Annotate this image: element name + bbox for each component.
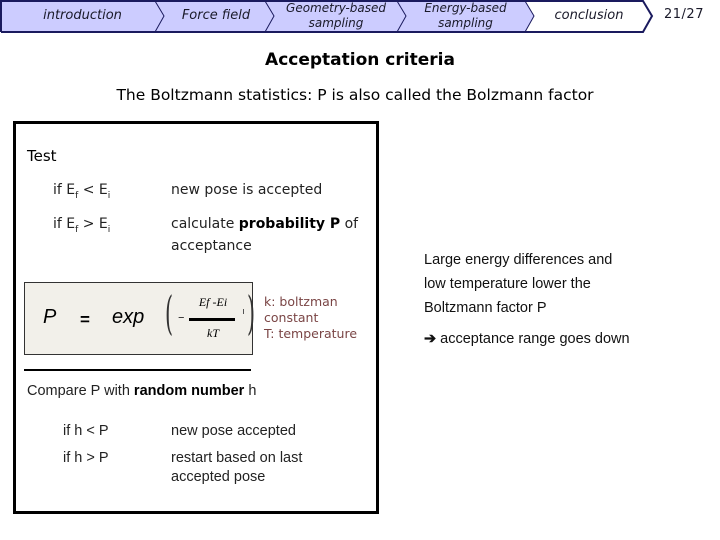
formula-minus: –: [178, 310, 185, 325]
condition-ef-less-ei: if Ef < Ei: [53, 182, 111, 201]
slide-title: Acceptation criteria: [265, 50, 455, 70]
result-restart: restart based on last accepted pose: [171, 450, 303, 485]
result-new-pose-accepted: new pose accepted: [171, 423, 296, 439]
formula-denominator: kT: [207, 326, 219, 340]
formula-lhs: P: [43, 306, 57, 328]
right-arrow-icon: ➔: [424, 331, 437, 347]
formula-equals: =: [80, 310, 90, 329]
energy-note: Large energy differences and low tempera…: [424, 252, 613, 316]
constants-definition: k: boltzman constant T: temperature: [264, 294, 358, 341]
section-nav-bar: introduction Force field Geometry-based s…: [0, 0, 720, 34]
condition-ef-greater-ei: if Ef > Ei: [53, 216, 111, 235]
nav-item-energy-based-sampling[interactable]: Energy-based sampling: [408, 0, 523, 32]
formula-right-paren: ): [247, 286, 256, 340]
nav-item-conclusion[interactable]: conclusion: [536, 0, 642, 32]
nav-item-introduction[interactable]: introduction: [10, 0, 155, 32]
formula-fraction-bar: [189, 318, 235, 321]
nav-item-force-field[interactable]: Force field: [166, 0, 266, 32]
condition-h-less-p: if h < P: [63, 423, 109, 439]
compare-random-number: Compare P with random number h: [27, 383, 257, 399]
formula-exp: exp: [112, 306, 145, 328]
formula-numerator: Ef -Ei: [198, 295, 228, 309]
page-number: 21/27: [664, 7, 704, 22]
section-divider: [24, 369, 251, 371]
slide-subtitle: The Boltzmann statistics: P is also call…: [116, 86, 594, 104]
test-label: Test: [27, 147, 57, 165]
condition-h-greater-p: if h > P: [63, 450, 109, 466]
result-accepted: new pose is accepted: [171, 182, 323, 198]
formula-tick: [243, 309, 244, 314]
result-calculate-probability: calculate probability P of acceptance: [171, 216, 359, 254]
note-conclusion: ➔ acceptance range goes down: [424, 331, 630, 347]
formula-left-paren: (: [165, 286, 174, 340]
nav-item-geometry-based-sampling[interactable]: Geometry-based sampling: [276, 0, 396, 32]
